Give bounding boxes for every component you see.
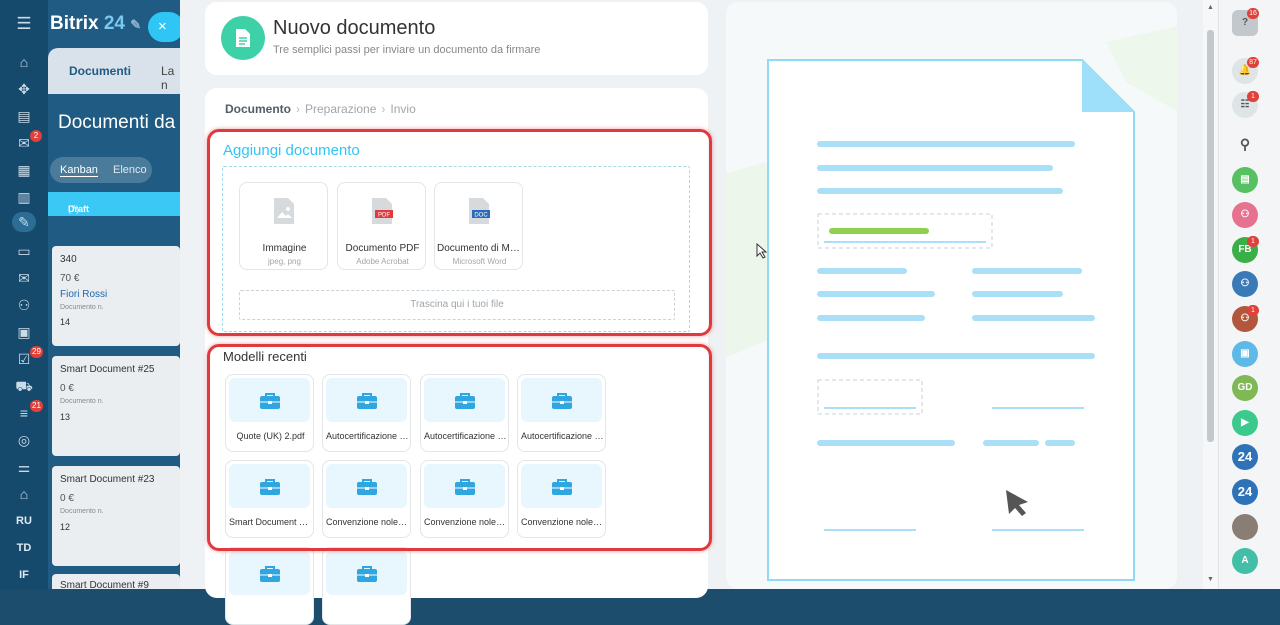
card-title: Smart Document #25 <box>60 364 155 375</box>
card-price: 0 € <box>60 493 74 504</box>
drive-icon[interactable]: ▭ <box>12 241 36 261</box>
puzzle-icon[interactable]: ✥ <box>12 79 36 99</box>
card-label: Documento n. <box>60 398 104 405</box>
mouse-cursor-icon <box>756 242 768 259</box>
group-chat-icon[interactable]: ⚇ <box>1232 271 1258 297</box>
chevron-right-icon: › <box>381 102 386 116</box>
template-thumb <box>326 551 407 595</box>
card-label: Documento n. <box>60 304 104 311</box>
pencil-icon: ✎ <box>130 17 142 32</box>
scroll-up-icon[interactable]: ▲ <box>1207 4 1214 11</box>
bitrix24-chat-2[interactable]: 24 <box>1232 479 1258 505</box>
user-initials-if[interactable]: IF <box>0 569 48 581</box>
cart-icon[interactable]: ⛟ <box>12 376 36 396</box>
kanban-card[interactable]: Smart Document #23 0 € Documento n. 12 <box>52 466 180 566</box>
user-chat-badge: 1 <box>1247 305 1259 316</box>
mail-icon[interactable]: ✉ <box>12 268 36 288</box>
help-badge: 16 <box>1247 8 1259 19</box>
scrollbar-thumb[interactable] <box>1207 30 1214 442</box>
group-icon[interactable]: ⚇ <box>12 295 36 315</box>
card-price: 0 € <box>60 383 74 394</box>
gd-chat[interactable]: GD <box>1232 375 1258 401</box>
openline-chat-icon[interactable]: ▣ <box>1232 341 1258 367</box>
robot-icon[interactable]: ⌂ <box>12 52 36 72</box>
bitrix24-chat-1[interactable]: 24 <box>1232 444 1258 470</box>
card-title: Smart Document #23 <box>60 474 155 485</box>
chevron-right-icon: › <box>296 102 300 116</box>
settings-sliders-icon[interactable]: ⚌ <box>12 457 36 477</box>
template-thumb <box>229 551 310 595</box>
card-number: 12 <box>60 522 71 532</box>
a-chat[interactable]: A <box>1232 548 1258 574</box>
contacts-icon[interactable]: ▣ <box>12 322 36 342</box>
document-icon[interactable]: ▥ <box>12 187 36 207</box>
bank-icon[interactable]: ⌂ <box>12 484 36 504</box>
language-switch[interactable]: RU <box>0 515 48 527</box>
card-price: 70 € <box>60 273 80 284</box>
video-call-icon[interactable]: ▶ <box>1232 410 1258 436</box>
menu-icon[interactable]: ☰ <box>12 14 36 34</box>
close-slider-button[interactable]: × <box>148 12 180 42</box>
card-number: 14 <box>60 317 71 327</box>
logo-main: Bitrix <box>50 13 99 34</box>
target-icon[interactable]: ◎ <box>12 430 36 450</box>
card-title: Smart Document #9 <box>60 580 149 589</box>
fb-badge: 1 <box>1247 236 1259 247</box>
new-document-slider: Nuovo documento Tre semplici passi per i… <box>180 0 1218 625</box>
stage-draft: Draft (7) <box>48 192 180 216</box>
left-sidebar: ☰ ⌂ ✥ ▤ ✉ 2 ▦ ▥ ✎ ▭ ✉ ⚇ ▣ ☑ 29 ⛟ ≡ 21 ◎ … <box>0 0 48 589</box>
filter-badge: 21 <box>30 400 43 412</box>
briefcase-icon <box>260 566 280 582</box>
breadcrumb: Documento › Preparazione › Invio <box>225 102 416 116</box>
template-tile[interactable] <box>322 547 411 625</box>
step-invio[interactable]: Invio <box>390 102 415 116</box>
user-photo-avatar[interactable] <box>1232 514 1258 540</box>
page-subtitle: Tre semplici passi per inviare un docume… <box>273 44 541 56</box>
contact-avatar-icon[interactable]: ⚇ <box>1232 202 1258 228</box>
view-list[interactable]: Elenco <box>113 164 147 176</box>
kanban-card[interactable]: Smart Document #9 <box>52 574 180 589</box>
kanban-card[interactable]: 340 70 € Fiori Rossi Documento n. 14 <box>52 246 180 346</box>
template-tile[interactable] <box>225 547 314 625</box>
slider-header: Nuovo documento Tre semplici passi per i… <box>205 2 708 75</box>
logo-num: 24 <box>103 13 125 34</box>
chat-openline-icon[interactable]: ▤ <box>1232 167 1258 193</box>
scroll-down-icon[interactable]: ▼ <box>1207 576 1214 583</box>
document-icon <box>221 16 265 60</box>
tab-next[interactable]: La n <box>161 64 180 92</box>
sign-icon[interactable]: ✎ <box>12 212 36 232</box>
chat-badge: 2 <box>30 130 42 142</box>
chat-bubble-badge: 1 <box>1247 91 1259 102</box>
highlight-recent-templates <box>207 344 712 551</box>
background-portal: Bitrix 24 ✎ × Documenti La n Documenti d… <box>48 0 180 589</box>
step-preparazione[interactable]: Preparazione <box>305 102 376 116</box>
vertical-scrollbar[interactable]: ▲ ▼ <box>1203 0 1218 589</box>
view-switcher: Kanban Elenco <box>50 157 152 183</box>
calendar-icon[interactable]: ▦ <box>12 160 36 180</box>
card-title: 340 <box>60 254 77 265</box>
document-preview <box>726 2 1177 589</box>
user-initials-td[interactable]: TD <box>0 542 48 554</box>
tab-documents[interactable]: Documenti <box>69 64 131 78</box>
stage-count: (7) <box>68 204 79 214</box>
card-number: 13 <box>60 412 71 422</box>
bell-badge: 87 <box>1247 57 1259 68</box>
bg-page-title: Documenti da <box>58 112 176 133</box>
card-label: Documento n. <box>60 508 104 515</box>
card-user[interactable]: Fiori Rossi <box>60 289 107 300</box>
view-kanban[interactable]: Kanban <box>60 164 98 177</box>
step-documento[interactable]: Documento <box>225 102 291 116</box>
inbox-icon[interactable]: ▤ <box>12 106 36 126</box>
bg-tabs: Documenti La n <box>48 48 180 94</box>
document-preview-illustration <box>726 26 1177 581</box>
bitrix-logo[interactable]: Bitrix 24 ✎ <box>50 13 141 35</box>
page-title: Nuovo documento <box>273 17 436 39</box>
briefcase-icon <box>357 566 377 582</box>
tasks-badge: 29 <box>30 346 43 358</box>
highlight-add-document <box>207 129 712 336</box>
kanban-card[interactable]: Smart Document #25 0 € Documento n. 13 <box>52 356 180 456</box>
right-sidebar: ? 16 🔔 87 ☷ 1 ⚲ ▤ ⚇ FB 1 ⚇ ⚇ 1 ▣ GD ▶ 24… <box>1218 0 1280 589</box>
search-icon[interactable]: ⚲ <box>1232 131 1258 157</box>
